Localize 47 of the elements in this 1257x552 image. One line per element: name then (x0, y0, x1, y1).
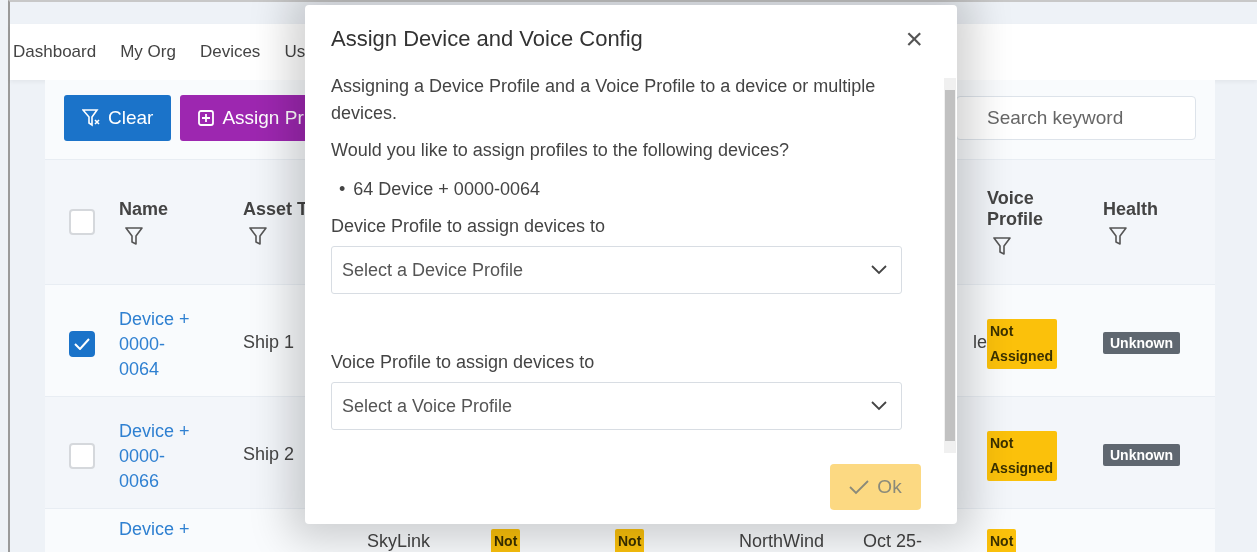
check-icon (74, 338, 90, 350)
column-header: Voice Profile (987, 188, 1044, 230)
nav-link[interactable]: Devices (199, 42, 261, 62)
bullet: • (339, 178, 346, 201)
clear-button[interactable]: Clear (64, 95, 172, 141)
table-cell-text: Ship 2 (243, 444, 296, 465)
device-list-item: 64 Device + 0000-0064 (353, 178, 540, 201)
chevron-down-icon (871, 265, 887, 275)
status-badge: Not (987, 529, 1017, 552)
filter-icon[interactable] (1109, 225, 1127, 246)
column-header: Health (1103, 198, 1159, 220)
device-link[interactable]: Device + (119, 517, 199, 542)
status-badge: Not (491, 529, 521, 552)
profile-select[interactable]: Select a Device Profile (331, 246, 902, 294)
table-cell-text: SkyLink (367, 531, 432, 552)
dialog-question: Would you like to assign profiles to the following devices? (331, 139, 790, 162)
profile-select[interactable]: Select a Voice Profile (331, 382, 902, 430)
status-badge: Not (615, 529, 645, 552)
table-cell-text: Oct 25- (863, 531, 924, 552)
plus-square-icon (198, 110, 215, 126)
check-icon (849, 479, 870, 495)
table-cell-text: Ship 1 (243, 332, 296, 353)
search-field[interactable]: Search keyword (956, 96, 1196, 140)
filter-clear-icon (82, 108, 100, 128)
filter-icon[interactable] (993, 236, 1011, 256)
column-header: Name (119, 198, 170, 220)
scrollbar[interactable] (944, 78, 956, 453)
device-link[interactable]: Device + 0000-0066 (119, 419, 199, 494)
nav-link[interactable]: Us (284, 42, 306, 62)
field-label: Voice Profile to assign devices to (331, 352, 596, 373)
row-checkbox[interactable] (69, 331, 95, 357)
table-cell: le (973, 332, 987, 353)
nav-link[interactable]: My Org (120, 42, 176, 62)
select-all-checkbox[interactable] (69, 209, 95, 235)
health-badge: Unknown (1103, 444, 1180, 466)
close-button[interactable]: × (905, 24, 923, 54)
dialog-title: Assign Device and Voice Config (331, 26, 643, 52)
field-label: Device Profile to assign devices to (331, 216, 607, 237)
device-link[interactable]: Device + 0000-0064 (119, 307, 199, 382)
chevron-down-icon (871, 401, 887, 411)
table-cell-text: NorthWind (739, 531, 826, 552)
filter-icon[interactable] (125, 225, 143, 246)
status-badge: Not Assigned (987, 319, 1057, 369)
filter-icon[interactable] (249, 225, 267, 246)
nav-link[interactable]: Dashboard (13, 42, 97, 62)
health-badge: Unknown (1103, 332, 1180, 354)
status-badge: Not Assigned (987, 431, 1057, 481)
